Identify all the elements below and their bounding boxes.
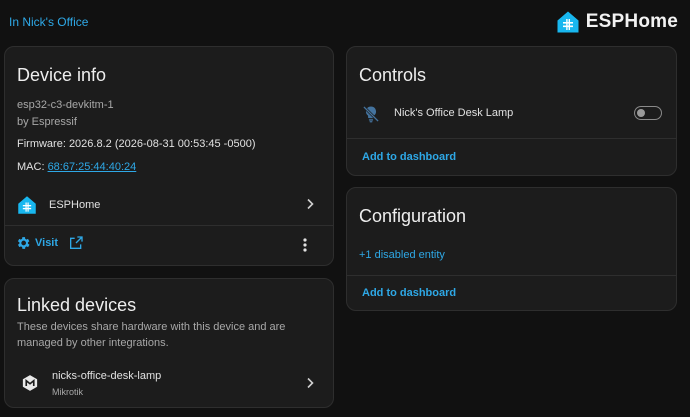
mikrotik-icon bbox=[22, 375, 38, 391]
entity-row-desk-lamp[interactable]: Nick's Office Desk Lamp bbox=[347, 99, 676, 129]
card-divider bbox=[5, 225, 333, 226]
card-divider bbox=[347, 138, 676, 139]
gear-icon bbox=[17, 237, 30, 249]
brand-name: ESPHome bbox=[585, 11, 678, 32]
controls-add-to-dashboard-button[interactable]: Add to dashboard bbox=[362, 151, 456, 163]
device-info-card: Device info esp32-c3-devkitm-1 by Espres… bbox=[4, 46, 334, 266]
esphome-house-icon bbox=[557, 11, 579, 33]
firmware-version: Firmware: 2026.8.2 (2026-08-31 00:53:45 … bbox=[17, 138, 256, 150]
integration-row[interactable]: ESPHome bbox=[5, 187, 333, 223]
lightbulb-off-icon bbox=[362, 105, 380, 123]
mac-label: MAC: bbox=[17, 161, 45, 173]
controls-title: Controls bbox=[359, 65, 427, 85]
mac-value-link[interactable]: 68:67:25:44:40:24 bbox=[48, 161, 137, 173]
configuration-title: Configuration bbox=[359, 206, 467, 226]
device-info-title: Device info bbox=[17, 65, 107, 85]
linked-device-row[interactable]: nicks-office-desk-lamp Mikrotik bbox=[5, 365, 333, 403]
integration-label: ESPHome bbox=[49, 199, 101, 211]
disabled-entities-link[interactable]: +1 disabled entity bbox=[359, 249, 445, 261]
card-divider bbox=[347, 275, 676, 276]
linked-devices-description: These devices share hardware with this d… bbox=[17, 321, 286, 349]
open-in-new-icon bbox=[70, 236, 83, 249]
mac-address: MAC: 68:67:25:44:40:24 bbox=[17, 161, 136, 173]
linked-devices-card: Linked devices These devices share hardw… bbox=[4, 278, 334, 408]
more-vertical-icon[interactable] bbox=[301, 237, 309, 253]
controls-card: Controls Nick's Office Desk Lamp Add to … bbox=[346, 46, 677, 176]
visit-label: Visit bbox=[35, 237, 59, 249]
device-page: In Nick's Office ESPHome Device info esp… bbox=[0, 0, 690, 417]
linked-devices-title: Linked devices bbox=[17, 295, 137, 315]
chevron-right-icon bbox=[307, 377, 314, 389]
configuration-card: Configuration +1 disabled entity Add to … bbox=[346, 187, 677, 311]
chevron-right-icon bbox=[307, 198, 314, 210]
brand-logo: ESPHome bbox=[556, 10, 678, 34]
visit-button[interactable]: Visit bbox=[15, 235, 84, 251]
device-model: esp32-c3-devkitm-1 bbox=[17, 99, 114, 111]
linked-device-name: nicks-office-desk-lamp bbox=[52, 370, 162, 382]
esphome-house-icon bbox=[18, 196, 36, 214]
config-add-to-dashboard-button[interactable]: Add to dashboard bbox=[362, 287, 456, 299]
device-manufacturer: by Espressif bbox=[17, 116, 77, 128]
linked-device-manufacturer: Mikrotik bbox=[52, 387, 83, 397]
desk-lamp-toggle[interactable] bbox=[634, 106, 662, 120]
entity-name: Nick's Office Desk Lamp bbox=[394, 107, 514, 119]
area-link[interactable]: In Nick's Office bbox=[9, 15, 88, 29]
toggle-knob bbox=[637, 108, 645, 117]
